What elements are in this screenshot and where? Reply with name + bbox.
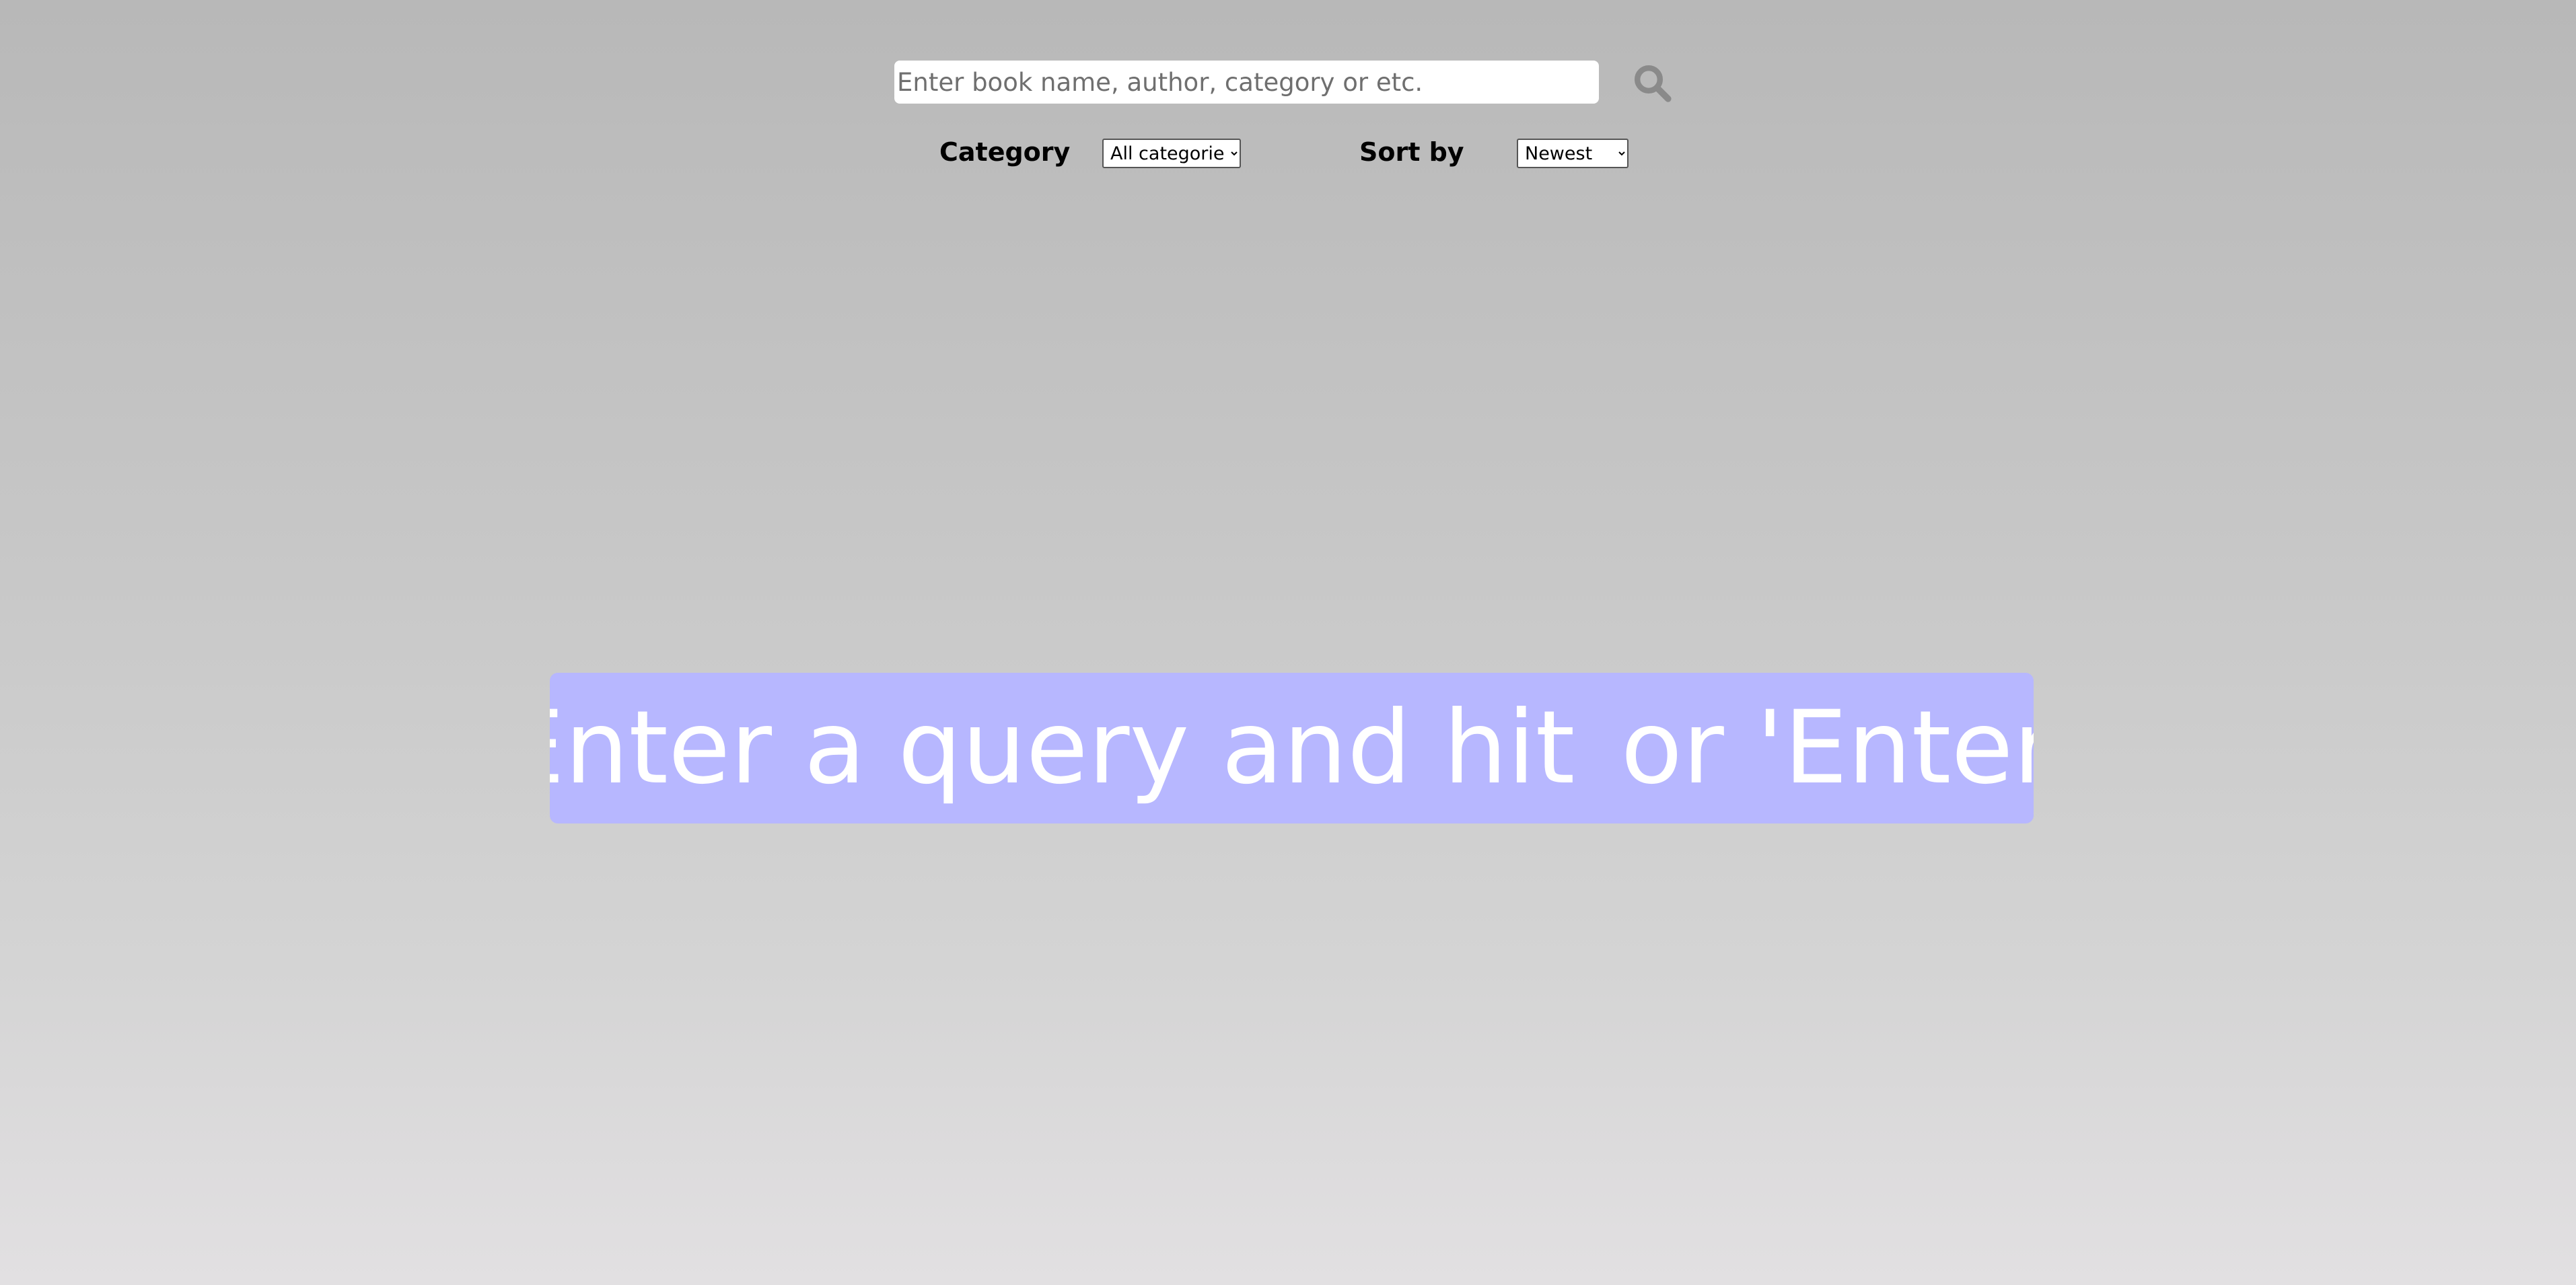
hint-text-after: or 'Enter'	[1620, 690, 2034, 807]
filters-bar: Category All categories Sort by Newest	[0, 133, 2576, 174]
sort-select[interactable]: Newest	[1517, 139, 1629, 168]
sort-label: Sort by	[1359, 137, 1464, 167]
search-bar	[894, 61, 1675, 105]
search-input[interactable]	[894, 61, 1599, 104]
search-button[interactable]	[1629, 63, 1676, 105]
category-select[interactable]: All categories	[1102, 139, 1241, 168]
search-hint-banner: Enter a query and hit or 'Enter'	[550, 673, 2034, 823]
hint-text-before: Enter a query and hit	[550, 690, 1575, 807]
category-label: Category	[939, 137, 1071, 167]
search-icon	[1635, 65, 1672, 102]
